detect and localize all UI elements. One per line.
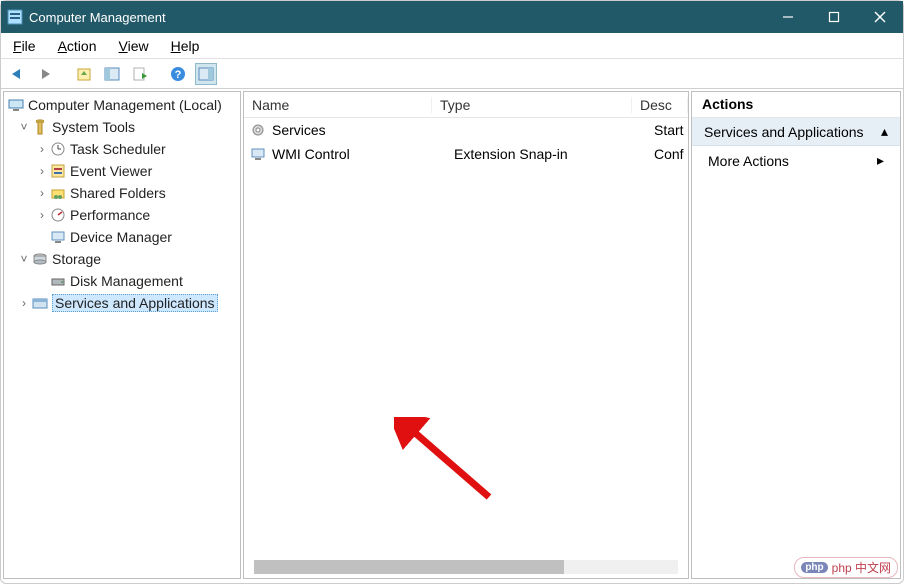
toolbar: ? [1,59,903,89]
app-icon [7,9,23,25]
tree-node-services-and-applications[interactable]: › Services and Applications [4,292,240,314]
help-button[interactable]: ? [167,63,189,85]
column-name[interactable]: Name [244,97,432,113]
list-item[interactable]: Services Start [244,118,688,142]
cell-name: Services [272,122,454,138]
collapse-icon: ▴ [881,123,888,140]
chevron-right-icon[interactable]: › [36,186,48,200]
svg-text:?: ? [175,69,182,81]
chevron-right-icon: ▸ [877,152,884,169]
php-logo-icon: php [801,562,827,573]
menu-view[interactable]: View [115,36,153,56]
tree-node-event-viewer[interactable]: › Event Viewer [4,160,240,182]
column-type[interactable]: Type [432,97,632,113]
chevron-right-icon[interactable]: › [36,142,48,156]
event-viewer-icon [50,163,66,179]
performance-icon [50,207,66,223]
action-more-actions[interactable]: More Actions ▸ [692,146,900,175]
action-section-header[interactable]: Services and Applications ▴ [692,118,900,146]
watermark: php php 中文网 [794,557,898,578]
column-description[interactable]: Desc [632,97,688,113]
scrollbar-thumb[interactable] [254,560,564,574]
disk-icon [50,273,66,289]
tree-node-device-manager[interactable]: › Device Manager [4,226,240,248]
console-tree-pane: Computer Management (Local) ˅ System Too… [3,91,241,579]
cell-name: WMI Control [272,146,454,162]
cell-description: Start [654,122,688,138]
actions-pane: Actions Services and Applications ▴ More… [691,91,901,579]
maximize-button[interactable] [811,1,857,33]
chevron-right-icon[interactable]: › [36,208,48,222]
tools-icon [32,119,48,135]
wmi-icon [250,146,266,162]
chevron-right-icon[interactable]: › [36,164,48,178]
actions-title: Actions [692,92,900,118]
services-icon [32,295,48,311]
gear-icon [250,122,266,138]
storage-icon [32,251,48,267]
back-button[interactable] [7,63,29,85]
menubar: File Action View Help [1,33,903,59]
close-button[interactable] [857,1,903,33]
up-button[interactable] [73,63,95,85]
tree-node-system-tools[interactable]: ˅ System Tools [4,116,240,138]
chevron-down-icon[interactable]: ˅ [18,120,30,134]
forward-button[interactable] [35,63,57,85]
chevron-right-icon[interactable]: › [18,296,30,310]
menu-file[interactable]: File [9,36,40,56]
content-area: Computer Management (Local) ˅ System Too… [1,89,903,581]
annotation-arrow [394,417,504,507]
window-controls [765,1,903,33]
menu-action[interactable]: Action [54,36,101,56]
show-hide-console-tree-button[interactable] [101,63,123,85]
chevron-down-icon[interactable]: ˅ [18,252,30,266]
tree-node-root[interactable]: Computer Management (Local) [4,94,240,116]
titlebar: Computer Management [1,1,903,33]
shared-folders-icon [50,185,66,201]
minimize-button[interactable] [765,1,811,33]
tree-node-storage[interactable]: ˅ Storage [4,248,240,270]
console-tree[interactable]: Computer Management (Local) ˅ System Too… [4,92,240,316]
tree-node-performance[interactable]: › Performance [4,204,240,226]
tree-node-disk-management[interactable]: › Disk Management [4,270,240,292]
clock-icon [50,141,66,157]
list-item[interactable]: WMI Control Extension Snap-in Conf [244,142,688,166]
tree-node-shared-folders[interactable]: › Shared Folders [4,182,240,204]
show-hide-action-pane-button[interactable] [195,63,217,85]
computer-icon [8,97,24,113]
menu-help[interactable]: Help [167,36,204,56]
result-list-pane: Name Type Desc Services Start WMI Contro… [243,91,689,579]
tree-node-task-scheduler[interactable]: › Task Scheduler [4,138,240,160]
device-manager-icon [50,229,66,245]
export-list-button[interactable] [129,63,151,85]
cell-description: Conf [654,146,688,162]
window-title: Computer Management [29,10,765,25]
list-header: Name Type Desc [244,92,688,118]
horizontal-scrollbar[interactable] [254,560,678,574]
cell-type: Extension Snap-in [454,146,654,162]
